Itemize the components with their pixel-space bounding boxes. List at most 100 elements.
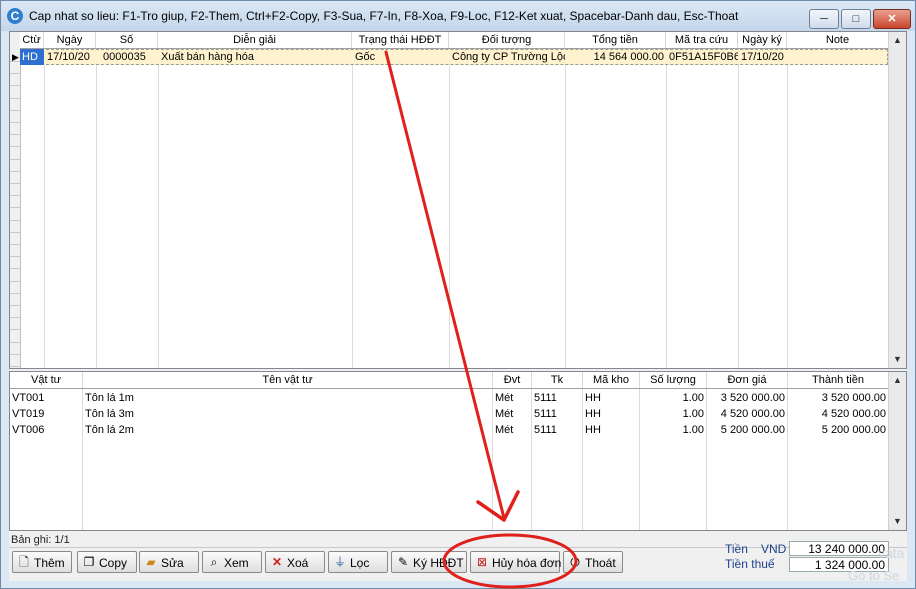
- row-indicator-cell[interactable]: [10, 159, 20, 172]
- row-indicator-cell[interactable]: [10, 256, 20, 270]
- view-button[interactable]: ⌕ Xem: [202, 551, 262, 573]
- col-header-ma-kho[interactable]: Mã kho: [583, 372, 640, 388]
- scroll-up-icon[interactable]: ▲: [889, 372, 906, 389]
- add-button[interactable]: 🗋 Thêm: [12, 551, 72, 573]
- row-indicator-cell[interactable]: [10, 244, 20, 258]
- cell-vat-tu[interactable]: VT001: [10, 390, 82, 406]
- cell-tk[interactable]: 5111: [532, 422, 582, 438]
- cell-so-luong[interactable]: 1.00: [640, 390, 706, 406]
- cell-dvt[interactable]: Mét: [493, 422, 531, 438]
- col-header-don-gia[interactable]: Đơn giá: [707, 372, 788, 388]
- row-indicator-cell[interactable]: [10, 73, 20, 87]
- edit-button[interactable]: ▰ Sửa: [139, 551, 199, 573]
- delete-button[interactable]: ✕ Xoá: [265, 551, 325, 573]
- col-header-ma-tra-cuu[interactable]: Mã tra cứu: [666, 32, 738, 48]
- col-header-so-luong[interactable]: Số lượng: [640, 372, 707, 388]
- voucher-grid-scrollbar[interactable]: ▲ ▼: [888, 32, 906, 368]
- cell-doi-tuong[interactable]: Công ty CP Trường Lộc: [450, 49, 565, 65]
- table-row[interactable]: VT019 Tôn lá 3m Mét 5111 HH 1.00 4 520 0…: [10, 406, 888, 422]
- cell-ten-vat-tu[interactable]: Tôn lá 2m: [83, 422, 492, 438]
- cell-thanh-tien[interactable]: 5 200 000.00: [788, 422, 888, 438]
- cell-ma-kho[interactable]: HH: [583, 406, 639, 422]
- col-header-note[interactable]: Note: [787, 32, 888, 48]
- row-indicator-cell[interactable]: [10, 122, 20, 136]
- table-row[interactable]: VT006 Tôn lá 2m Mét 5111 HH 1.00 5 200 0…: [10, 422, 888, 438]
- cell-tong-tien[interactable]: 14 564 000.00: [566, 49, 666, 65]
- scroll-up-icon[interactable]: ▲: [889, 32, 906, 49]
- col-header-ngay[interactable]: Ngày: [44, 32, 96, 48]
- cell-dien-giai[interactable]: Xuất bán hàng hóa: [159, 49, 352, 65]
- cell-ma-kho[interactable]: HH: [583, 422, 639, 438]
- row-indicator-cell[interactable]: [10, 220, 20, 233]
- voucher-grid[interactable]: Ctừ Ngày Số Diễn giải Trạng thái HĐĐT Đố…: [9, 31, 907, 369]
- row-indicator-cell[interactable]: [10, 342, 20, 355]
- close-button[interactable]: ✕: [873, 9, 911, 29]
- row-indicator-cell[interactable]: [10, 269, 20, 282]
- row-indicator-cell[interactable]: [10, 208, 20, 221]
- cell-thanh-tien[interactable]: 3 520 000.00: [788, 390, 888, 406]
- row-indicator-cell[interactable]: [10, 183, 20, 197]
- cell-ten-vat-tu[interactable]: Tôn lá 3m: [83, 406, 492, 422]
- cell-so[interactable]: 0000035: [97, 49, 158, 65]
- cell-don-gia[interactable]: 3 520 000.00: [707, 390, 787, 406]
- col-header-dien-giai[interactable]: Diễn giải: [158, 32, 352, 48]
- row-indicator-cell[interactable]: [10, 293, 20, 306]
- col-header-so[interactable]: Số: [96, 32, 158, 48]
- row-indicator-cell[interactable]: [10, 330, 20, 343]
- cell-dvt[interactable]: Mét: [493, 390, 531, 406]
- exit-button[interactable]: ⏻ Thoát: [563, 551, 623, 573]
- cell-dvt[interactable]: Mét: [493, 406, 531, 422]
- row-indicator-cell[interactable]: [10, 147, 20, 160]
- cell-note[interactable]: [788, 49, 888, 65]
- cell-trang-thai[interactable]: Gốc: [353, 49, 449, 65]
- cell-vat-tu[interactable]: VT019: [10, 406, 82, 422]
- row-indicator-cell[interactable]: [10, 86, 20, 99]
- cell-ten-vat-tu[interactable]: Tôn lá 1m: [83, 390, 492, 406]
- cell-thanh-tien[interactable]: 4 520 000.00: [788, 406, 888, 422]
- col-header-ctu[interactable]: Ctừ: [20, 32, 44, 48]
- row-indicator-cell[interactable]: [10, 110, 20, 123]
- cell-ngay-ky[interactable]: 17/10/20: [739, 49, 787, 65]
- col-header-vat-tu[interactable]: Vật tư: [10, 372, 83, 388]
- table-row[interactable]: VT001 Tôn lá 1m Mét 5111 HH 1.00 3 520 0…: [10, 390, 888, 406]
- cell-tk[interactable]: 5111: [532, 390, 582, 406]
- col-header-trang-thai[interactable]: Trạng thái HĐĐT: [352, 32, 449, 48]
- item-grid[interactable]: Vật tư Tên vật tư Đvt Tk Mã kho Số lượng…: [9, 371, 907, 531]
- cell-ma-tra-cuu[interactable]: 0F51A15F0B6: [667, 49, 738, 65]
- sign-invoice-button[interactable]: ✎ Ký HĐĐT: [391, 551, 467, 573]
- row-indicator-cell[interactable]: [10, 195, 20, 209]
- col-header-ngay-ky[interactable]: Ngày ký: [738, 32, 787, 48]
- row-indicator-cell[interactable]: [10, 134, 20, 148]
- cancel-invoice-button[interactable]: ⊠ Hủy hóa đơn: [470, 551, 561, 573]
- minimize-button[interactable]: ─: [809, 9, 839, 29]
- cell-ctu[interactable]: HD: [20, 49, 44, 65]
- row-indicator-cell[interactable]: [10, 98, 20, 111]
- row-indicator-cell[interactable]: [10, 354, 20, 367]
- cell-don-gia[interactable]: 5 200 000.00: [707, 422, 787, 438]
- maximize-button[interactable]: □: [841, 9, 871, 29]
- cell-tk[interactable]: 5111: [532, 406, 582, 422]
- item-grid-scrollbar[interactable]: ▲ ▼: [888, 372, 906, 530]
- cell-ngay[interactable]: 17/10/20: [45, 49, 96, 65]
- scroll-down-icon[interactable]: ▼: [889, 351, 906, 368]
- row-indicator-cell[interactable]: [10, 281, 20, 294]
- col-header-thanh-tien[interactable]: Thành tiền: [788, 372, 888, 388]
- row-indicator-cell[interactable]: [10, 171, 20, 184]
- table-row[interactable]: ▶ HD 17/10/20 0000035 Xuất bán hàng hóa …: [10, 49, 888, 65]
- cell-don-gia[interactable]: 4 520 000.00: [707, 406, 787, 422]
- copy-button[interactable]: ❐ Copy: [77, 551, 137, 573]
- scroll-down-icon[interactable]: ▼: [889, 513, 906, 530]
- row-indicator-cell[interactable]: [10, 317, 20, 331]
- cell-so-luong[interactable]: 1.00: [640, 422, 706, 438]
- col-header-dvt[interactable]: Đvt: [493, 372, 532, 388]
- cell-ma-kho[interactable]: HH: [583, 390, 639, 406]
- cell-vat-tu[interactable]: VT006: [10, 422, 82, 438]
- row-indicator-cell[interactable]: [10, 232, 20, 245]
- col-header-doi-tuong[interactable]: Đối tượng: [449, 32, 565, 48]
- row-indicator-cell[interactable]: [10, 305, 20, 319]
- filter-button[interactable]: ⏚ Lọc: [328, 551, 388, 573]
- col-header-tong-tien[interactable]: Tổng tiền: [565, 32, 666, 48]
- col-header-tk[interactable]: Tk: [532, 372, 583, 388]
- cell-so-luong[interactable]: 1.00: [640, 406, 706, 422]
- col-header-ten-vat-tu[interactable]: Tên vật tư: [83, 372, 493, 388]
